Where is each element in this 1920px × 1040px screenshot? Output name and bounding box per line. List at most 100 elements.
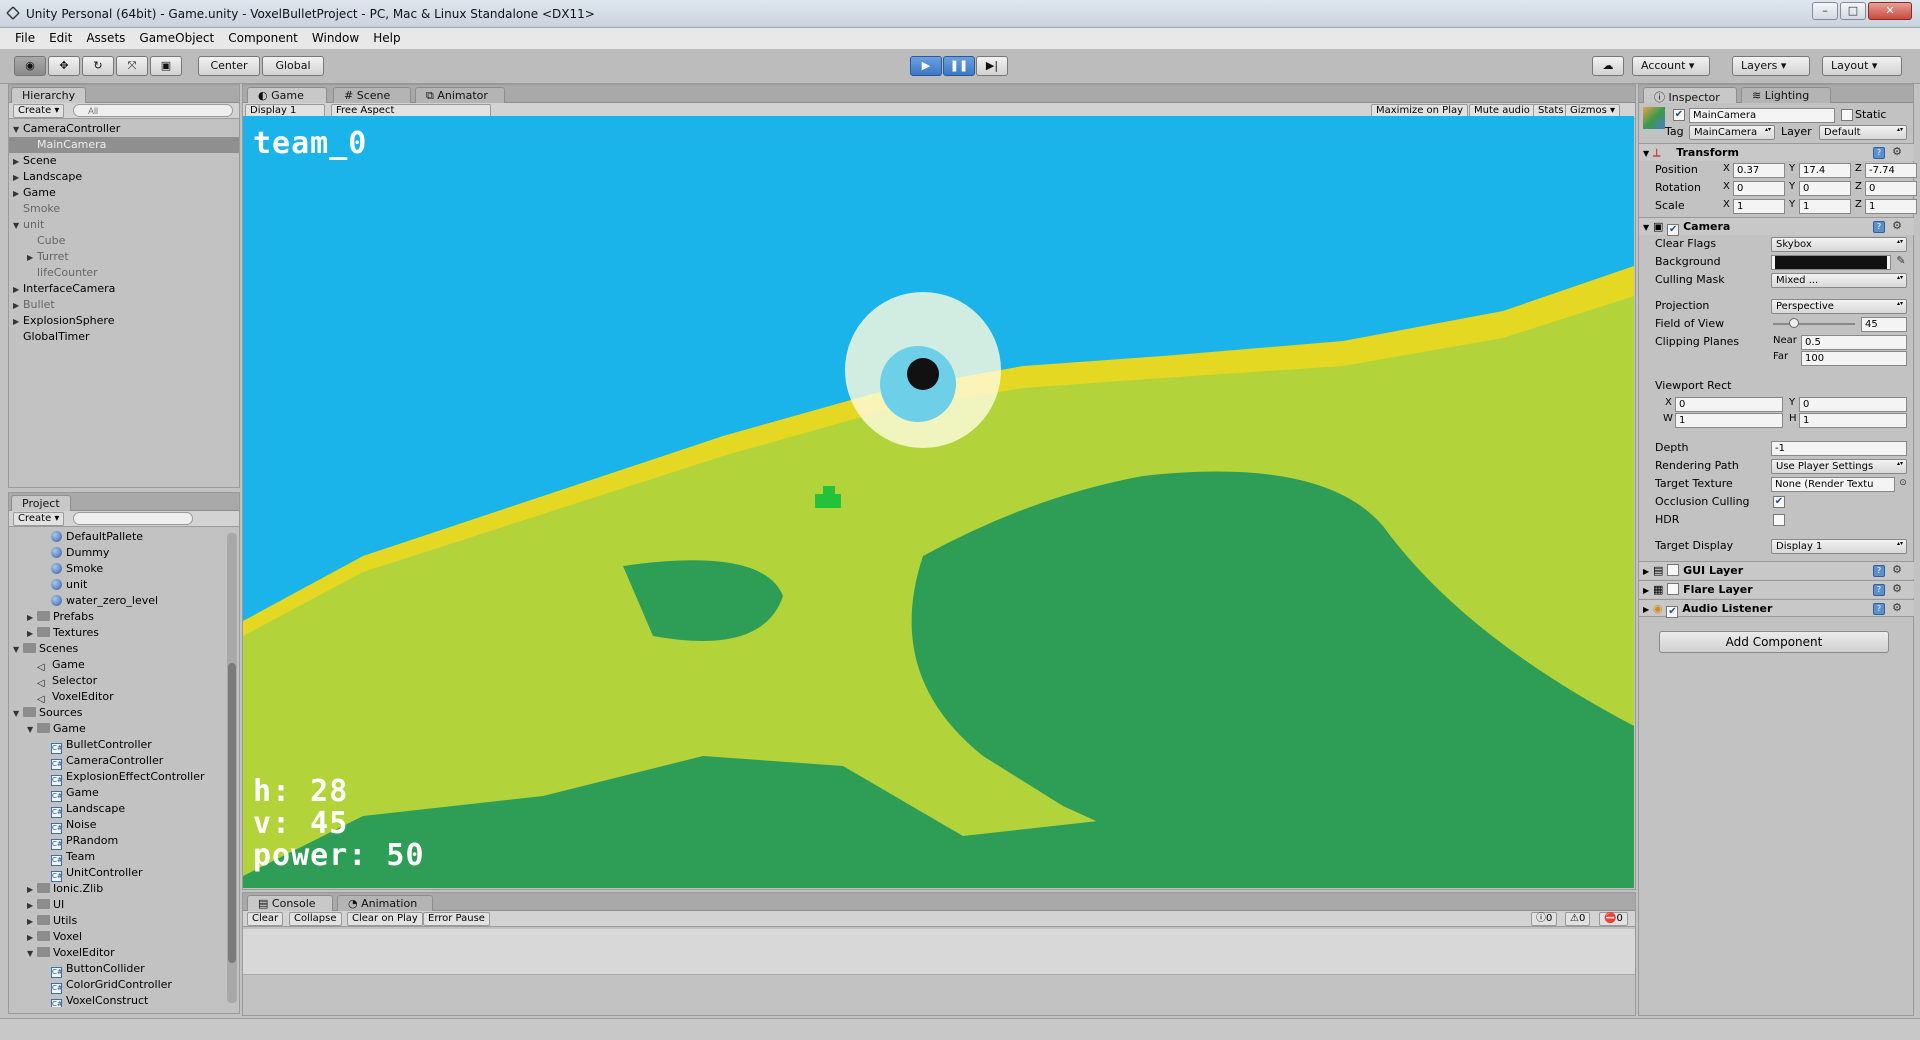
hdr-checkbox[interactable] xyxy=(1773,514,1785,526)
gear-icon[interactable]: ⚙ xyxy=(1891,564,1903,576)
pause-button[interactable]: ❚❚ xyxy=(943,56,975,76)
help-icon[interactable]: ? xyxy=(1873,221,1885,233)
project-item[interactable]: C# PRandom xyxy=(9,833,118,850)
move-tool-button[interactable]: ✥ xyxy=(48,56,80,76)
foldout-arrow-icon[interactable]: ▶ xyxy=(13,314,23,330)
hand-tool-button[interactable]: ◉ xyxy=(14,56,46,76)
project-item[interactable]: C# Team xyxy=(9,849,95,866)
menu-edit[interactable]: Edit xyxy=(42,28,79,48)
foldout-arrow-icon[interactable]: ▼ xyxy=(13,706,23,722)
space-global-button[interactable]: Global xyxy=(262,56,324,76)
cloud-button[interactable]: ☁ xyxy=(1592,56,1624,76)
error-pause-button[interactable]: Error Pause xyxy=(423,912,490,926)
step-button[interactable]: ▶| xyxy=(976,56,1008,76)
help-icon[interactable]: ? xyxy=(1873,603,1885,615)
project-item[interactable]: ◁ VoxelEditor xyxy=(9,689,114,705)
console-collapse-button[interactable]: Collapse xyxy=(289,912,342,926)
audio-listener-checkbox[interactable]: ✔ xyxy=(1666,606,1679,618)
scale-z-field[interactable]: 1 xyxy=(1865,199,1917,214)
hierarchy-item[interactable]: ▶ Game xyxy=(9,185,239,201)
fov-field[interactable]: 45 xyxy=(1861,317,1907,332)
project-item[interactable]: C# BulletController xyxy=(9,737,152,754)
foldout-arrow-icon[interactable]: ▶ xyxy=(27,882,37,898)
tag-dropdown[interactable]: MainCamera xyxy=(1689,125,1775,140)
project-item[interactable]: ▶ UI xyxy=(9,897,64,913)
help-icon[interactable]: ? xyxy=(1873,147,1885,159)
project-item[interactable]: ▶ Textures xyxy=(9,625,99,641)
rotation-x-field[interactable]: 0 xyxy=(1733,181,1785,196)
object-name-field[interactable]: MainCamera xyxy=(1689,108,1835,123)
menu-component[interactable]: Component xyxy=(221,28,305,48)
viewport-y-field[interactable]: 0 xyxy=(1799,397,1907,412)
foldout-arrow-icon[interactable]: ▶ xyxy=(27,898,37,914)
foldout-arrow-icon[interactable]: ▼ xyxy=(27,722,37,738)
scale-y-field[interactable]: 1 xyxy=(1799,199,1851,214)
hierarchy-item[interactable]: Smoke xyxy=(9,201,239,217)
tab-scene[interactable]: # Scene xyxy=(333,87,411,103)
menu-gameobject[interactable]: GameObject xyxy=(132,28,221,48)
layers-dropdown[interactable]: Layers ▾ xyxy=(1732,56,1810,76)
project-item[interactable]: ▼ Sources xyxy=(9,705,83,721)
foldout-arrow-icon[interactable]: ▶ xyxy=(13,298,23,314)
target-texture-field[interactable]: None (Render Textu xyxy=(1771,477,1895,492)
project-item[interactable]: water_zero_level xyxy=(9,593,158,609)
play-button[interactable]: ▶ xyxy=(910,56,942,76)
gear-icon[interactable]: ⚙ xyxy=(1891,602,1903,614)
project-item[interactable]: C# VoxelConstruct xyxy=(9,993,148,1007)
project-create-button[interactable]: Create ▾ xyxy=(13,512,65,526)
gear-icon[interactable]: ⚙ xyxy=(1891,583,1903,595)
eyedropper-icon[interactable]: ✎ xyxy=(1895,255,1907,267)
project-item[interactable]: C# Noise xyxy=(9,817,97,834)
layer-dropdown[interactable]: Default xyxy=(1819,125,1907,140)
hierarchy-item[interactable]: ▶ Scene xyxy=(9,153,239,169)
hierarchy-item[interactable]: GlobalTimer xyxy=(9,329,239,345)
project-scrollbar[interactable] xyxy=(227,533,237,1003)
project-item[interactable]: C# UnitController xyxy=(9,865,143,882)
hierarchy-item[interactable]: ▼ unit xyxy=(9,217,239,233)
scale-tool-button[interactable]: ⤧ xyxy=(116,56,148,76)
hierarchy-item[interactable]: ▼ CameraController xyxy=(9,121,239,137)
gear-icon[interactable]: ⚙ xyxy=(1891,146,1903,158)
project-item[interactable]: C# ButtonCollider xyxy=(9,961,145,978)
help-icon[interactable]: ? xyxy=(1873,565,1885,577)
near-field[interactable]: 0.5 xyxy=(1801,335,1907,350)
project-item[interactable]: Smoke xyxy=(9,561,103,577)
project-item[interactable]: ◁ Selector xyxy=(9,673,97,689)
hierarchy-item[interactable]: ▶ InterfaceCamera xyxy=(9,281,239,297)
menu-help[interactable]: Help xyxy=(366,28,407,48)
foldout-arrow-icon[interactable]: ▶ xyxy=(27,914,37,930)
target-display-dropdown[interactable]: Display 1 xyxy=(1771,539,1907,554)
hierarchy-item[interactable]: MainCamera xyxy=(9,137,239,153)
menu-window[interactable]: Window xyxy=(305,28,366,48)
foldout-arrow-icon[interactable]: ▶ xyxy=(13,170,23,186)
add-component-button[interactable]: Add Component xyxy=(1659,631,1889,653)
depth-field[interactable]: -1 xyxy=(1771,441,1907,456)
active-checkbox[interactable]: ✔ xyxy=(1673,109,1685,121)
tab-project[interactable]: Project xyxy=(11,495,71,511)
tab-animation[interactable]: ◔ Animation xyxy=(337,895,433,911)
background-color-field[interactable] xyxy=(1771,255,1891,270)
hierarchy-item[interactable]: ▶ Landscape xyxy=(9,169,239,185)
viewport-x-field[interactable]: 0 xyxy=(1675,397,1783,412)
project-item[interactable]: C# ExplosionEffectController xyxy=(9,769,204,786)
foldout-arrow-icon[interactable]: ▶ xyxy=(13,282,23,298)
pivot-center-button[interactable]: Center xyxy=(198,56,260,76)
tab-hierarchy[interactable]: Hierarchy xyxy=(11,87,87,103)
foldout-arrow-icon[interactable]: ▼ xyxy=(13,642,23,658)
project-item[interactable]: C# ColorGridController xyxy=(9,977,172,994)
console-clear-button[interactable]: Clear xyxy=(247,912,284,926)
project-item[interactable]: ▶ Utils xyxy=(9,913,77,929)
hierarchy-create-button[interactable]: Create ▾ xyxy=(13,104,65,118)
project-item[interactable]: ▶ Prefabs xyxy=(9,609,94,625)
static-checkbox[interactable] xyxy=(1841,109,1853,121)
viewport-w-field[interactable]: 1 xyxy=(1675,413,1783,428)
project-item[interactable]: ◁ Game xyxy=(9,657,85,673)
project-item[interactable]: DefaultPallete xyxy=(9,529,143,545)
position-y-field[interactable]: 17.4 xyxy=(1799,163,1851,178)
hierarchy-item[interactable]: ▶ Bullet xyxy=(9,297,239,313)
foldout-arrow-icon[interactable]: ▼ xyxy=(13,122,23,138)
project-item[interactable]: ▼ Game xyxy=(9,721,86,737)
rotation-z-field[interactable]: 0 xyxy=(1865,181,1917,196)
tab-inspector[interactable]: ⓘ Inspector xyxy=(1643,87,1737,104)
menu-file[interactable]: File xyxy=(8,28,42,48)
